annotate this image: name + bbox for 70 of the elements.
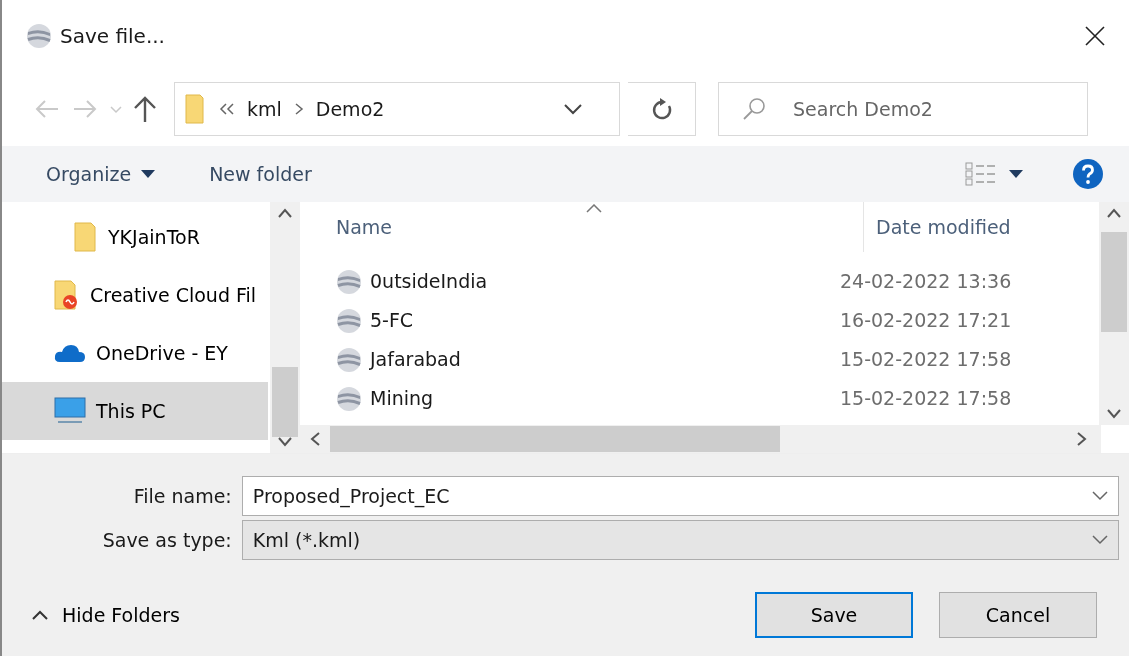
organize-menu[interactable]: Organize <box>46 159 156 189</box>
computer-icon <box>54 397 86 425</box>
scroll-up-icon <box>278 208 292 218</box>
scrollbar-thumb[interactable] <box>330 426 780 452</box>
file-name: 5-FC <box>370 308 414 334</box>
file-name-field[interactable]: Proposed_Project_EC <box>241 476 1119 516</box>
dialog-button[interactable]: Cancel <box>939 592 1097 638</box>
file-row[interactable]: Jafarabad 15-02-2022 17:58 <box>300 340 1099 379</box>
sort-caret-icon <box>586 204 602 213</box>
file-date: 24-02-2022 13:36 <box>840 269 1012 295</box>
help-icon[interactable] <box>1073 159 1103 189</box>
file-row[interactable]: 5-FC 16-02-2022 17:21 <box>300 301 1099 340</box>
file-row[interactable]: Mining 15-02-2022 17:58 <box>300 379 1099 418</box>
scrollbar[interactable] <box>300 425 1101 453</box>
close-icon[interactable] <box>1083 24 1107 48</box>
globe-icon <box>336 307 362 334</box>
up-arrow-icon[interactable] <box>132 94 158 124</box>
chevron-down-icon[interactable] <box>563 102 583 116</box>
caret-icon <box>1009 170 1023 178</box>
file-name: Mining <box>370 386 434 412</box>
sidebar-item[interactable]: This PC <box>2 382 268 440</box>
breadcrumb-item[interactable]: Demo2 <box>315 94 385 124</box>
sidebar-item[interactable]: YKJainToR <box>2 208 268 266</box>
search-field[interactable]: Search Demo2 <box>718 82 1088 136</box>
breadcrumb-item[interactable]: kml <box>247 94 282 124</box>
cloud-icon <box>54 342 86 364</box>
sidebar-item[interactable]: OneDrive - EY <box>2 324 268 382</box>
file-date: 16-02-2022 17:21 <box>840 308 1012 334</box>
double-chevron-icon[interactable] <box>219 102 235 116</box>
folder-icon <box>54 280 80 310</box>
scrollbar[interactable] <box>270 202 300 453</box>
file-name: Jafarabad <box>370 347 461 373</box>
folder-icon <box>74 222 98 252</box>
globe-icon <box>336 268 362 295</box>
file-row[interactable]: 0utsideIndia 24-02-2022 13:36 <box>300 262 1099 301</box>
address-bar[interactable]: kml Demo2 <box>174 82 620 136</box>
dialog-button[interactable]: Save <box>755 592 913 638</box>
globe-icon <box>336 385 362 412</box>
chevron-down-icon <box>1092 491 1108 501</box>
file-date: 15-02-2022 17:58 <box>840 347 1012 373</box>
file-name: 0utsideIndia <box>370 269 488 295</box>
file-type-dropdown[interactable]: Kml (*.kml) <box>241 520 1119 560</box>
scroll-up-icon <box>1107 208 1121 218</box>
scrollbar-thumb[interactable] <box>1101 232 1127 332</box>
refresh-icon <box>650 97 673 121</box>
view-menu[interactable] <box>965 162 1023 186</box>
chevron-up-icon <box>32 610 48 620</box>
globe-icon <box>336 346 362 373</box>
chevron-right-icon <box>293 102 304 116</box>
field-label: File name: <box>132 483 232 509</box>
globe-icon <box>26 23 52 49</box>
scrollbar-thumb[interactable] <box>272 367 298 437</box>
scrollbar[interactable] <box>1099 202 1129 425</box>
scroll-left-icon <box>310 432 320 446</box>
scroll-right-icon <box>1077 432 1087 446</box>
sidebar-item[interactable]: Creative Cloud Fil <box>2 266 268 324</box>
field-label: Save as type: <box>101 527 232 553</box>
scroll-down-icon <box>278 437 292 447</box>
caret-icon <box>141 170 156 178</box>
refresh-button[interactable] <box>628 82 696 136</box>
scroll-down-icon <box>1107 409 1121 419</box>
column-header[interactable]: Name <box>300 202 864 252</box>
new-folder-button[interactable]: New folder <box>209 159 312 189</box>
column-header[interactable]: Date modified <box>864 202 1017 252</box>
search-icon <box>742 97 766 121</box>
file-date: 15-02-2022 17:58 <box>840 386 1012 412</box>
chevron-down-icon <box>1092 535 1108 545</box>
window-title: Save file... <box>60 23 166 50</box>
hide-folders-button[interactable]: Hide Folders <box>32 600 180 630</box>
folder-icon <box>185 94 207 124</box>
